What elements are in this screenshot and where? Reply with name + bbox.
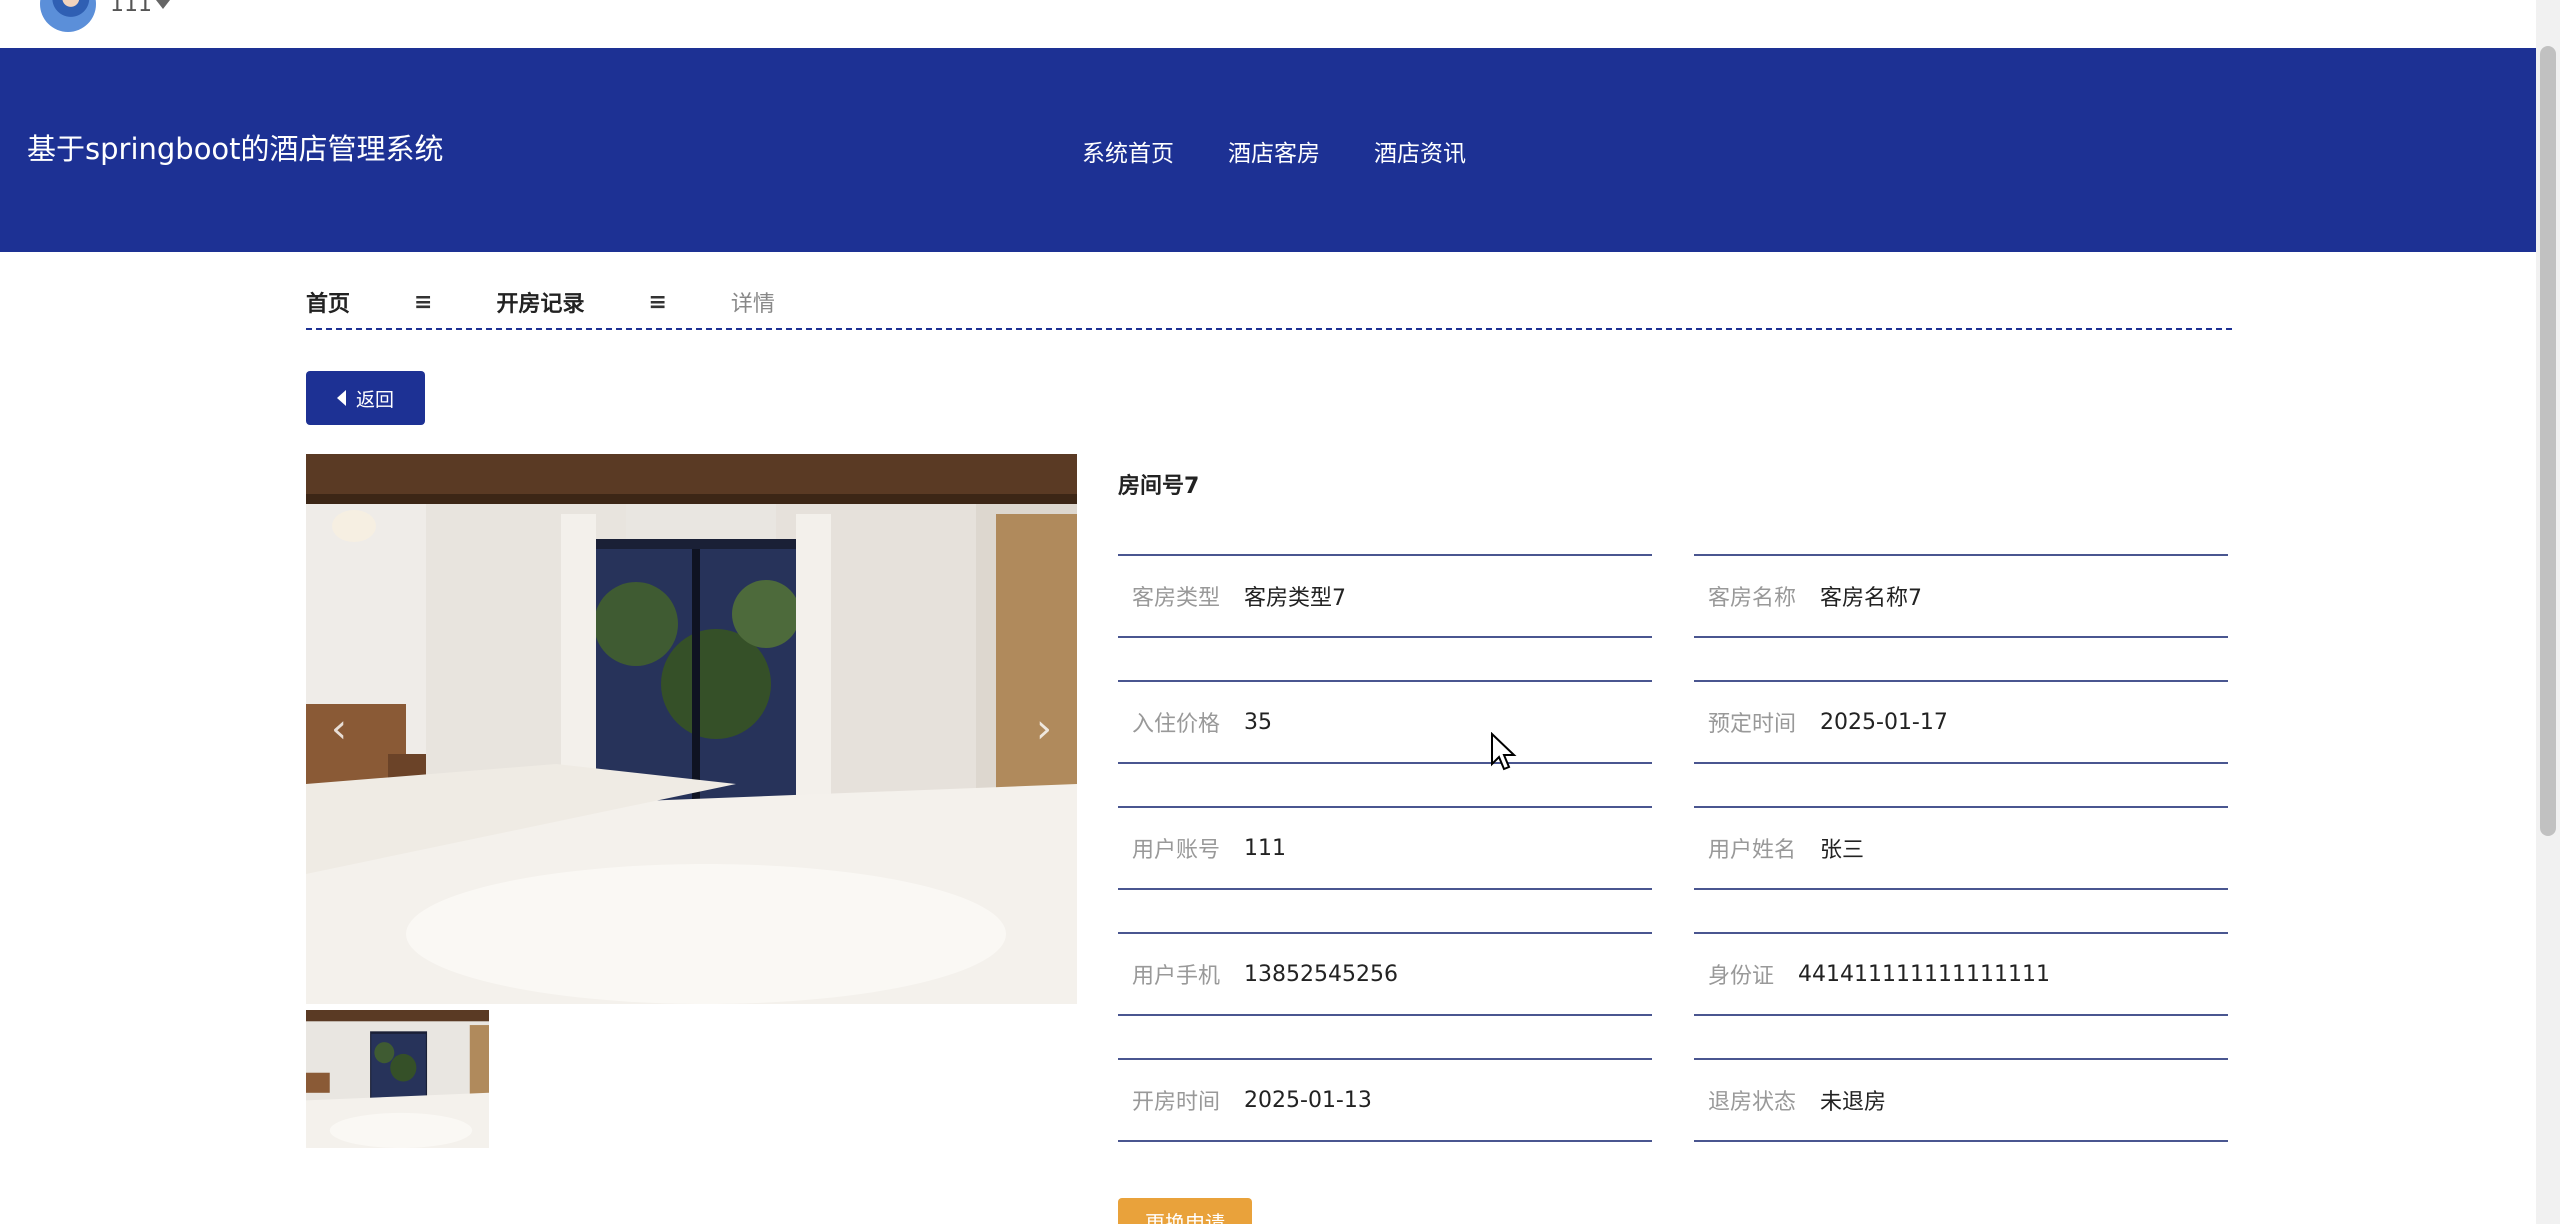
field-value: 未退房 xyxy=(1820,1090,1887,1115)
breadcrumb-separator: ≡ xyxy=(648,289,667,315)
main-nav: 系统首页 酒店客房 酒店资讯 xyxy=(1082,134,1466,168)
room-image-carousel[interactable]: ‹ › xyxy=(306,454,1077,1004)
breadcrumb-current: 详情 xyxy=(730,292,775,317)
field-value: 441411111111111111 xyxy=(1798,961,2050,987)
field-room-type: 客房类型 客房类型7 xyxy=(1118,554,1652,638)
field-id-card: 身份证 441411111111111111 xyxy=(1694,932,2228,1016)
user-bar: 111 xyxy=(0,0,2536,48)
field-user-phone: 用户手机 13852545256 xyxy=(1118,932,1652,1016)
breadcrumb-separator: ≡ xyxy=(414,289,433,315)
field-value: 13852545256 xyxy=(1244,961,1398,987)
field-label: 用户姓名 xyxy=(1708,838,1797,863)
field-label: 客房类型 xyxy=(1132,586,1221,611)
carousel-next-icon[interactable]: › xyxy=(1029,707,1059,751)
room-photo xyxy=(306,454,1077,1004)
site-title: 基于springboot的酒店管理系统 xyxy=(27,132,444,166)
field-label: 用户账号 xyxy=(1132,838,1221,863)
field-user-name: 用户姓名 张三 xyxy=(1694,806,2228,890)
field-value: 客房类型7 xyxy=(1244,586,1347,611)
field-value: 客房名称7 xyxy=(1820,586,1923,611)
field-room-name: 客房名称 客房名称7 xyxy=(1694,554,2228,638)
field-label: 用户手机 xyxy=(1132,964,1221,989)
nav-news[interactable]: 酒店资讯 xyxy=(1374,134,1466,168)
field-label: 客房名称 xyxy=(1708,586,1797,611)
field-price: 入住价格 35 xyxy=(1118,680,1652,764)
field-user-account: 用户账号 111 xyxy=(1118,806,1652,890)
field-value: 张三 xyxy=(1820,838,1865,863)
page-scrollbar[interactable] xyxy=(2536,0,2560,1224)
change-request-button[interactable]: 更换申请 xyxy=(1118,1198,1252,1224)
room-thumbnail[interactable] xyxy=(306,1010,489,1148)
room-thumbnail-image xyxy=(306,1010,489,1148)
breadcrumb-home[interactable]: 首页 xyxy=(306,286,350,318)
field-label: 预定时间 xyxy=(1708,712,1797,737)
field-value: 2025-01-17 xyxy=(1820,709,1948,735)
nav-home[interactable]: 系统首页 xyxy=(1082,134,1174,168)
carousel-prev-icon[interactable]: ‹ xyxy=(324,707,354,751)
nav-rooms[interactable]: 酒店客房 xyxy=(1228,134,1320,168)
site-header: 基于springboot的酒店管理系统 系统首页 酒店客房 酒店资讯 xyxy=(0,48,2536,252)
field-checkin-time: 开房时间 2025-01-13 xyxy=(1118,1058,1652,1142)
scrollbar-thumb[interactable] xyxy=(2540,46,2556,836)
username[interactable]: 111 xyxy=(110,0,152,17)
breadcrumb: 首页 ≡ 开房记录 ≡ 详情 xyxy=(306,276,2232,330)
back-label: 返回 xyxy=(355,389,394,411)
field-checkout-status: 退房状态 未退房 xyxy=(1694,1058,2228,1142)
field-label: 退房状态 xyxy=(1708,1090,1797,1115)
chevron-down-icon[interactable] xyxy=(156,0,170,9)
field-label: 身份证 xyxy=(1708,964,1775,989)
back-button[interactable]: 返回 xyxy=(306,371,425,425)
room-number-title: 房间号7 xyxy=(1118,474,1200,499)
field-booking-time: 预定时间 2025-01-17 xyxy=(1694,680,2228,764)
field-value: 111 xyxy=(1244,835,1287,861)
caret-left-icon xyxy=(336,390,346,406)
field-value: 2025-01-13 xyxy=(1244,1087,1372,1113)
field-label: 开房时间 xyxy=(1132,1090,1221,1115)
field-label: 入住价格 xyxy=(1132,712,1221,737)
breadcrumb-records[interactable]: 开房记录 xyxy=(496,286,584,318)
mouse-cursor-icon xyxy=(1491,732,1517,771)
avatar[interactable] xyxy=(40,0,96,32)
field-value: 35 xyxy=(1244,709,1273,735)
